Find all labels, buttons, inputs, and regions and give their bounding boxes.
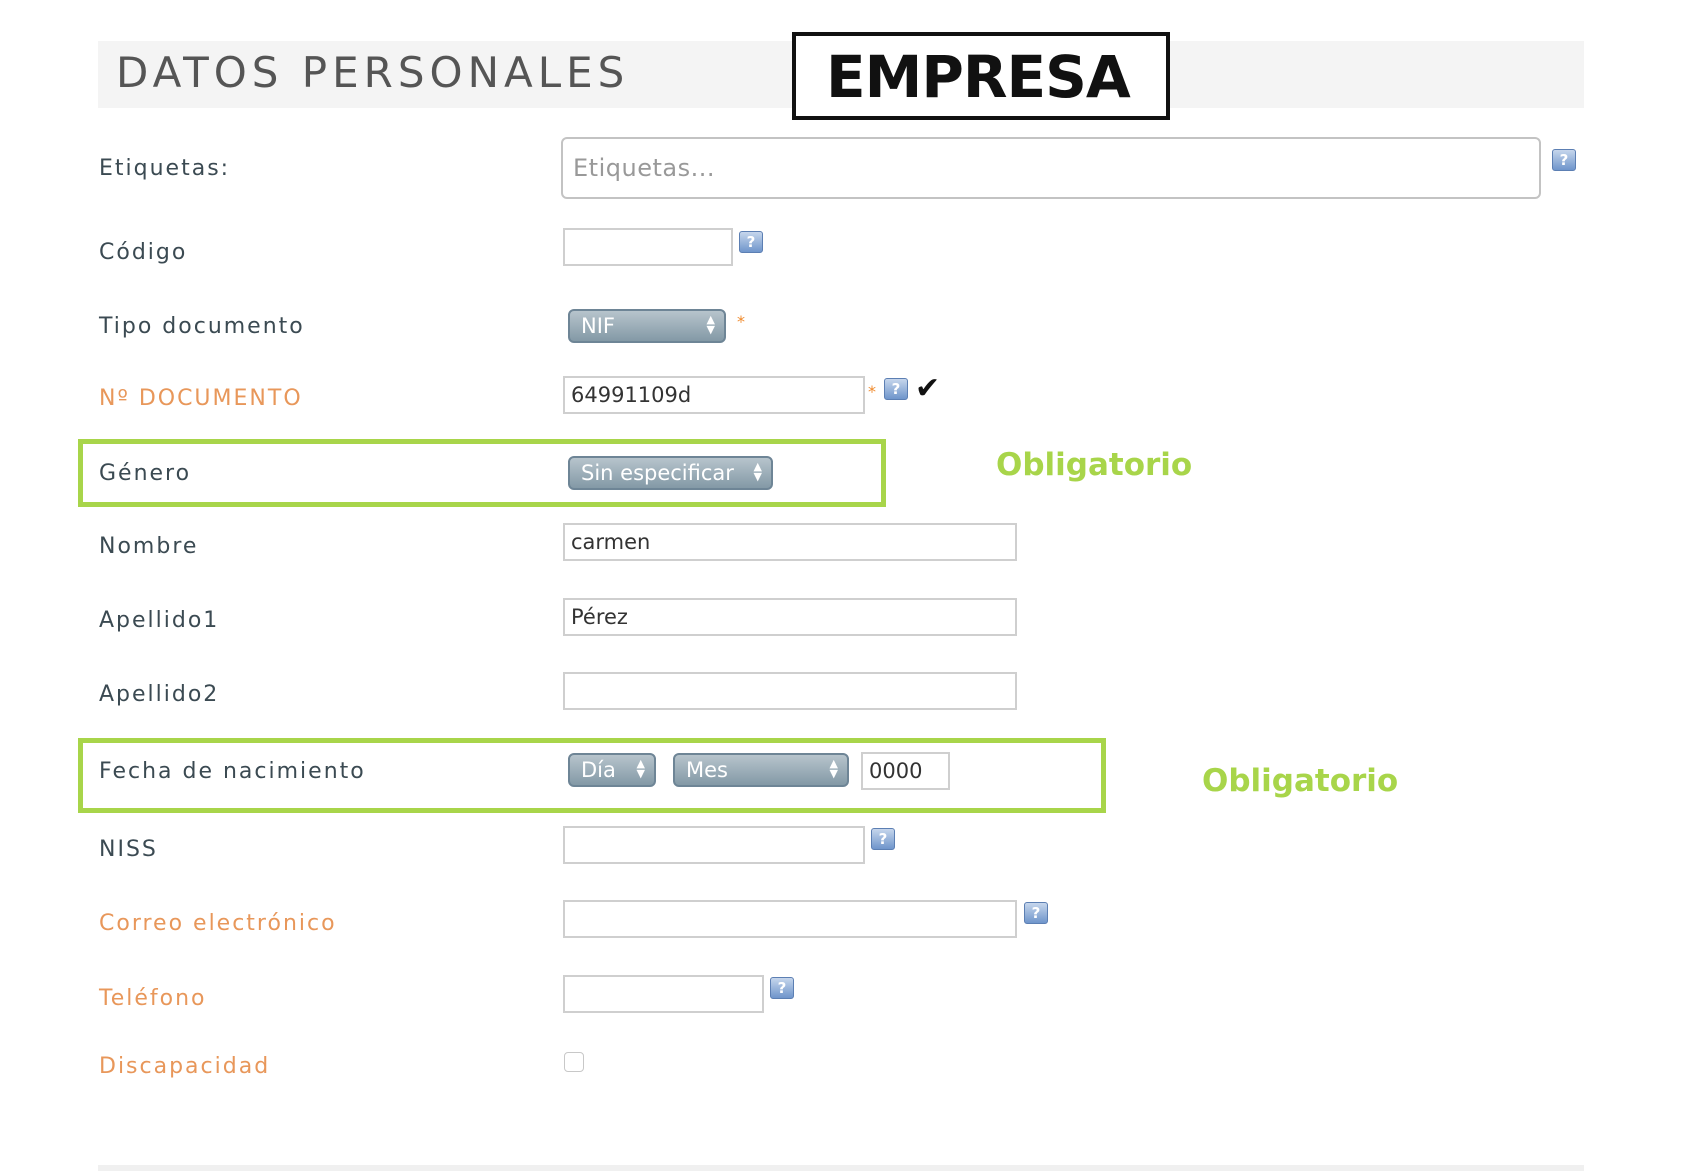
fecha-anio-input[interactable]: 0000 xyxy=(861,752,950,790)
telefono-input[interactable] xyxy=(563,975,764,1013)
apellido1-label: Apellido1 xyxy=(99,608,220,633)
help-icon[interactable]: ? xyxy=(1552,149,1576,171)
discapacidad-checkbox[interactable] xyxy=(564,1052,584,1072)
apellido1-input[interactable]: Pérez xyxy=(563,598,1017,636)
help-icon[interactable]: ? xyxy=(884,378,908,400)
num-documento-input[interactable]: 64991109d xyxy=(563,376,865,414)
empresa-annotation-box: EMPRESA xyxy=(792,32,1170,120)
checkmark-icon: ✔ xyxy=(915,371,941,406)
etiquetas-label: Etiquetas: xyxy=(99,156,231,181)
correo-label: Correo electrónico xyxy=(99,911,337,936)
nombre-label: Nombre xyxy=(99,534,199,559)
empresa-label: EMPRESA xyxy=(826,43,1131,111)
etiquetas-input[interactable]: Etiquetas... xyxy=(561,137,1541,199)
niss-label: NISS xyxy=(99,837,158,862)
discapacidad-label: Discapacidad xyxy=(99,1054,271,1079)
select-arrows-icon: ▲ ▼ xyxy=(636,757,645,780)
fecha-nacimiento-label: Fecha de nacimiento xyxy=(99,759,366,784)
help-icon[interactable]: ? xyxy=(1024,902,1048,924)
tipo-documento-label: Tipo documento xyxy=(99,314,305,339)
genero-required-note: Obligatorio xyxy=(996,447,1193,483)
tipo-documento-select[interactable]: NIF ▲ ▼ xyxy=(568,309,726,343)
fecha-mes-value: Mes xyxy=(686,758,728,782)
num-documento-label: Nº DOCUMENTO xyxy=(99,386,303,411)
fecha-dia-select[interactable]: Día ▲ ▼ xyxy=(568,753,656,787)
fecha-mes-select[interactable]: Mes ▲ ▼ xyxy=(673,753,849,787)
tipo-documento-value: NIF xyxy=(581,314,615,338)
nombre-input[interactable]: carmen xyxy=(563,523,1017,561)
niss-input[interactable] xyxy=(563,826,865,864)
apellido2-input[interactable] xyxy=(563,672,1017,710)
telefono-label: Teléfono xyxy=(99,986,207,1011)
fecha-dia-value: Día xyxy=(581,758,616,782)
codigo-input[interactable] xyxy=(563,228,733,266)
apellido2-label: Apellido2 xyxy=(99,682,220,707)
fecha-required-note: Obligatorio xyxy=(1202,763,1399,799)
correo-input[interactable] xyxy=(563,900,1017,938)
section-divider xyxy=(98,1165,1584,1171)
help-icon[interactable]: ? xyxy=(871,828,895,850)
help-icon[interactable]: ? xyxy=(770,977,794,999)
help-icon[interactable]: ? xyxy=(739,231,763,253)
genero-value: Sin especificar xyxy=(581,461,734,485)
section-title: DATOS PERSONALES xyxy=(116,48,630,97)
genero-select[interactable]: Sin especificar ▲ ▼ xyxy=(568,456,773,490)
select-arrows-icon: ▲ ▼ xyxy=(706,313,715,336)
required-mark: * xyxy=(737,312,745,331)
codigo-label: Código xyxy=(99,240,188,265)
genero-label: Género xyxy=(99,461,192,486)
required-mark: * xyxy=(868,382,876,401)
select-arrows-icon: ▲ ▼ xyxy=(753,460,762,483)
select-arrows-icon: ▲ ▼ xyxy=(829,757,838,780)
